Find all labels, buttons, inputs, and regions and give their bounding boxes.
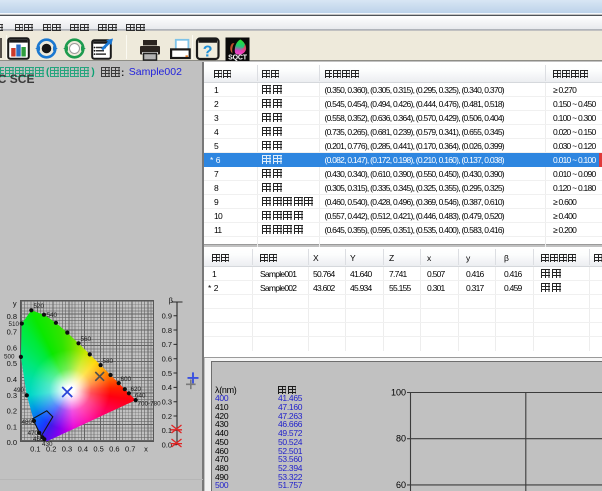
svg-text:?: ?: [203, 44, 213, 61]
svg-text:0.1: 0.1: [30, 445, 40, 454]
svg-text:0.0: 0.0: [7, 438, 17, 447]
svg-text:0.5: 0.5: [162, 369, 172, 378]
svg-text:60: 60: [396, 480, 406, 490]
svg-text:0.5: 0.5: [7, 359, 17, 368]
svg-text:0.3: 0.3: [62, 445, 72, 454]
svg-text:490: 490: [14, 387, 25, 394]
svg-text:0.4: 0.4: [162, 383, 172, 392]
svg-text:0.8: 0.8: [7, 312, 17, 321]
svg-text:0.1: 0.1: [7, 422, 17, 431]
svg-text:0.6: 0.6: [7, 343, 17, 352]
svg-text:500: 500: [4, 354, 15, 361]
svg-text:0.6: 0.6: [162, 355, 172, 364]
svg-text:0.8: 0.8: [162, 326, 172, 335]
svg-text:0.5: 0.5: [93, 445, 103, 454]
svg-text:510: 510: [9, 321, 20, 328]
svg-text:x: x: [144, 445, 148, 454]
svg-text:0.7: 0.7: [162, 340, 172, 349]
svg-text:0.4: 0.4: [78, 445, 88, 454]
svg-text:SQCT: SQCT: [228, 55, 248, 61]
svg-text:0.4: 0.4: [7, 375, 17, 384]
svg-text:700-780: 700-780: [138, 401, 162, 408]
svg-text:0.1: 0.1: [162, 426, 172, 435]
svg-text:100: 100: [391, 388, 406, 398]
svg-text:580: 580: [103, 358, 114, 365]
svg-text:560: 560: [81, 336, 92, 343]
svg-text:y: y: [13, 299, 17, 308]
svg-text:0.0: 0.0: [162, 441, 172, 450]
svg-text:0.3: 0.3: [162, 398, 172, 407]
svg-text:0.6: 0.6: [109, 445, 119, 454]
svg-text:520: 520: [34, 303, 45, 310]
svg-text:430: 430: [42, 441, 53, 448]
svg-text:600: 600: [121, 376, 132, 383]
svg-text:0.2: 0.2: [7, 407, 17, 416]
svg-text:β: β: [169, 296, 174, 305]
svg-text:480: 480: [22, 419, 33, 426]
svg-text:640: 640: [135, 393, 146, 400]
svg-text:0.9: 0.9: [162, 312, 172, 321]
svg-text:0.7: 0.7: [7, 328, 17, 337]
svg-text:0.2: 0.2: [162, 412, 172, 421]
svg-text:0.7: 0.7: [125, 445, 135, 454]
svg-text:80: 80: [396, 434, 406, 444]
svg-text:540: 540: [47, 312, 58, 319]
